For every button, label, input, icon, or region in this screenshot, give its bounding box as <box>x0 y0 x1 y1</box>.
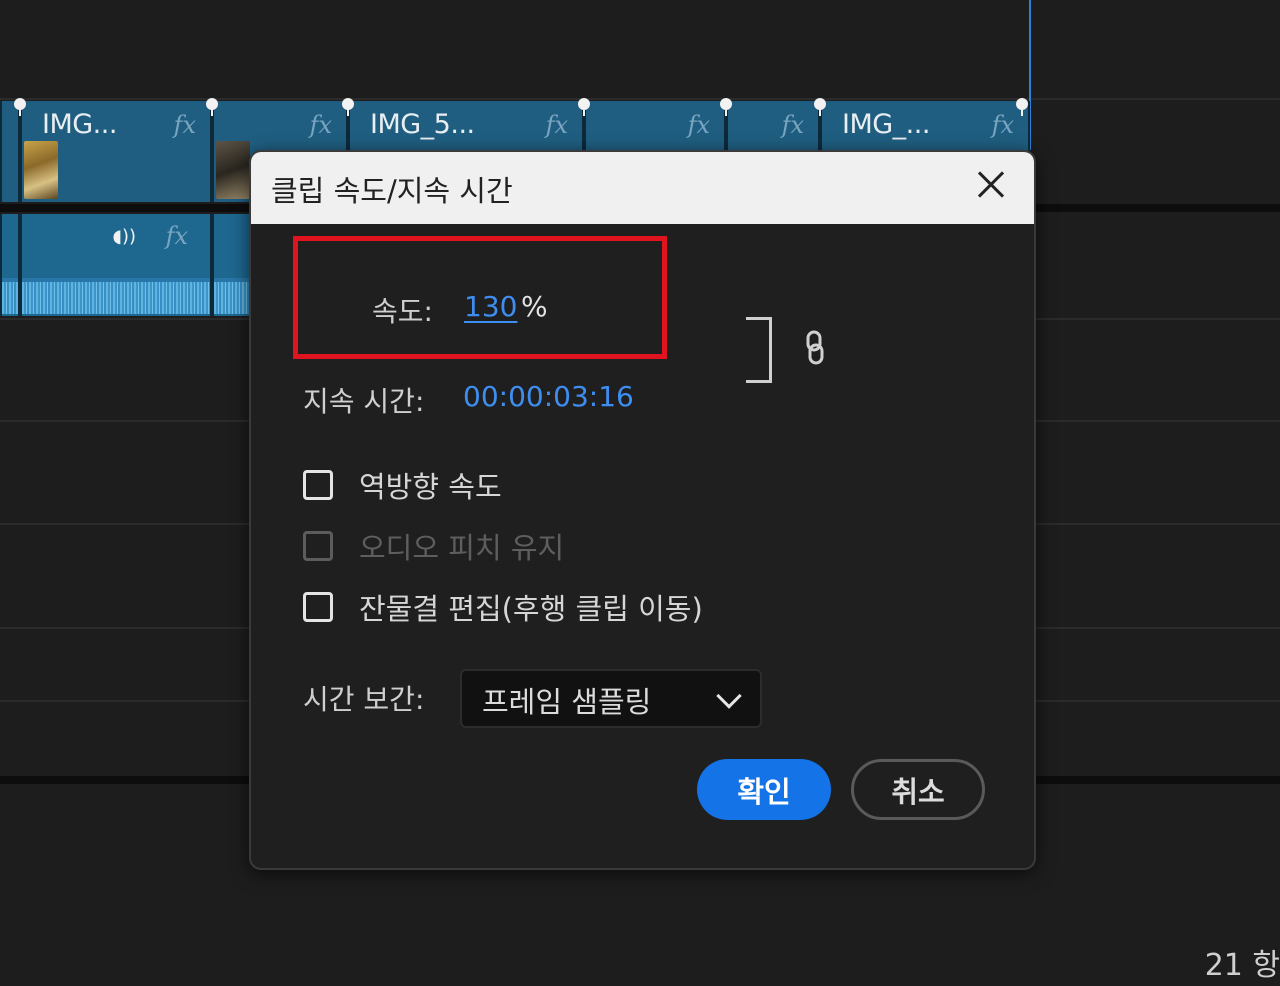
speed-label: 속도: <box>372 295 433 328</box>
clip-thumbnail <box>216 141 250 199</box>
cancel-button[interactable]: 취소 <box>851 759 985 820</box>
clip-keyframe-marker <box>720 98 732 116</box>
clip-keyframe-marker <box>1016 98 1028 116</box>
fx-icon[interactable]: fx <box>174 111 196 139</box>
clip-name: IMG_5... <box>370 109 475 140</box>
link-bracket <box>746 317 772 383</box>
clip-speed-duration-dialog: 클립 속도/지속 시간 속도: 130 % 지속 시간: 00:00:03:16… <box>249 150 1036 870</box>
checkbox-label: 역방향 속도 <box>359 470 502 504</box>
fx-icon[interactable]: fx <box>546 111 568 139</box>
audio-waveform <box>214 278 250 314</box>
time-interpolation-label: 시간 보간: <box>303 683 425 716</box>
fx-icon[interactable]: fx <box>310 111 332 139</box>
fx-icon[interactable]: fx <box>166 222 188 250</box>
duration-value[interactable]: 00:00:03:16 <box>463 380 634 413</box>
clip-keyframe-marker <box>14 98 26 116</box>
audio-waveform <box>22 278 210 314</box>
dialog-header: 클립 속도/지속 시간 <box>251 152 1034 224</box>
audio-clip[interactable]: ◖)) fx <box>20 214 212 316</box>
maintain-audio-pitch-checkbox: 오디오 피치 유지 <box>303 526 564 566</box>
fx-icon[interactable]: fx <box>782 111 804 139</box>
duration-label: 지속 시간: <box>303 385 425 418</box>
checkbox-label: 잔물결 편집(후행 클립 이동) <box>359 592 703 626</box>
reverse-speed-checkbox[interactable]: 역방향 속도 <box>303 465 502 505</box>
item-count-label: 21 항 <box>1204 948 1280 983</box>
clip-thumbnail <box>24 141 58 199</box>
clip-keyframe-marker <box>342 98 354 116</box>
speed-unit: % <box>521 290 548 323</box>
fx-icon[interactable]: fx <box>992 111 1014 139</box>
ripple-edit-checkbox[interactable]: 잔물결 편집(후행 클립 이동) <box>303 587 703 627</box>
checkbox-box[interactable] <box>303 592 333 622</box>
dialog-title: 클립 속도/지속 시간 <box>271 174 513 208</box>
video-clip[interactable] <box>0 101 20 202</box>
dropdown-value: 프레임 샘플링 <box>482 685 652 719</box>
chevron-down-icon <box>716 683 742 709</box>
audio-clip[interactable] <box>0 214 20 316</box>
ok-button[interactable]: 확인 <box>697 759 831 820</box>
clip-keyframe-marker <box>206 98 218 116</box>
checkbox-label: 오디오 피치 유지 <box>359 531 565 565</box>
track-divider <box>0 98 1280 100</box>
speaker-icon: ◖)) <box>112 226 136 247</box>
time-interpolation-dropdown[interactable]: 프레임 샘플링 <box>460 669 762 728</box>
clip-keyframe-marker <box>814 98 826 116</box>
checkbox-box <box>303 531 333 561</box>
chain-link-icon[interactable] <box>805 330 825 366</box>
clip-name: IMG... <box>42 109 117 140</box>
audio-clip[interactable] <box>212 214 252 316</box>
clip-name: IMG_... <box>842 109 930 140</box>
audio-waveform <box>2 278 18 314</box>
video-clip[interactable]: IMG... fx <box>20 101 212 202</box>
checkbox-box[interactable] <box>303 470 333 500</box>
speed-value[interactable]: 130 <box>464 290 517 323</box>
clip-keyframe-marker <box>578 98 590 116</box>
close-icon[interactable] <box>972 166 1010 204</box>
fx-icon[interactable]: fx <box>688 111 710 139</box>
